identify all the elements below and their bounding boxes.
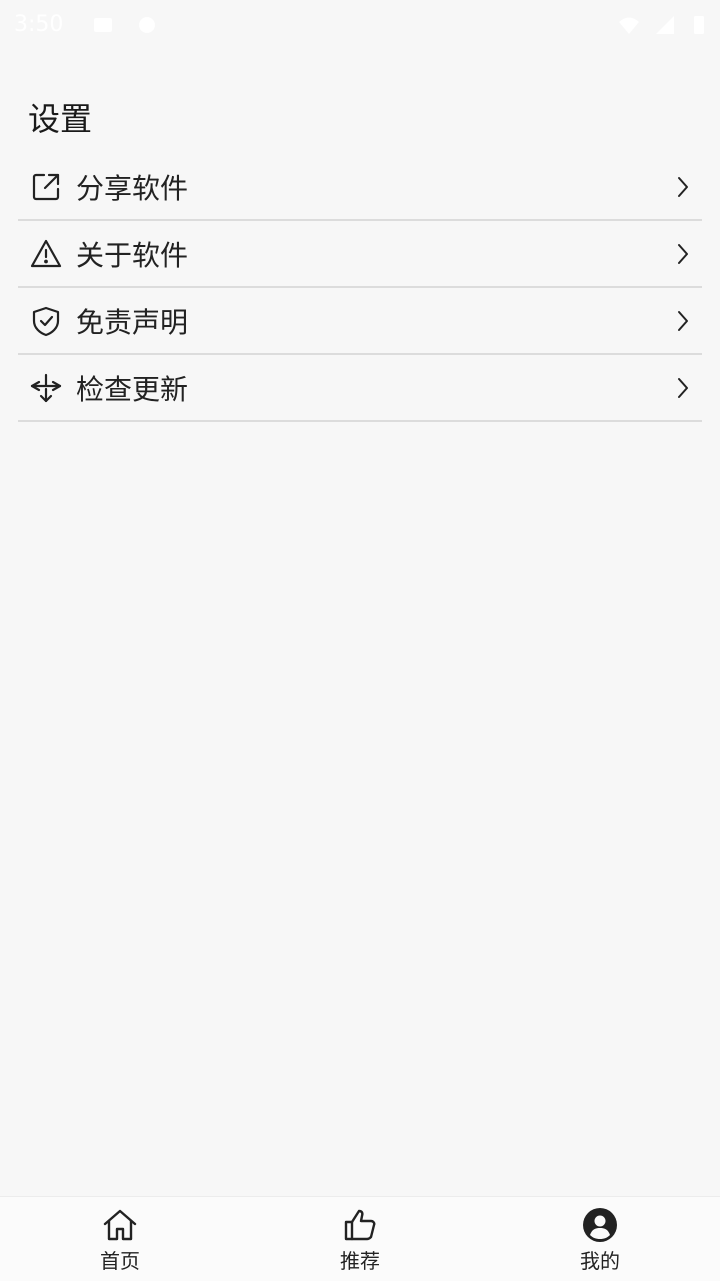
thumbs-up-icon — [344, 1209, 376, 1241]
notification-icon — [94, 18, 112, 32]
menu-item-label: 免责声明 — [76, 305, 189, 339]
battery-icon — [694, 16, 704, 34]
tab-home[interactable]: 首页 — [0, 1197, 240, 1281]
settings-menu: 分享软件 关于软件 免责声明 检查更新 — [18, 154, 702, 422]
warning-icon — [30, 238, 62, 270]
menu-item-check-update[interactable]: 检查更新 — [18, 355, 702, 422]
chevron-right-icon — [678, 310, 688, 331]
menu-item-about[interactable]: 关于软件 — [18, 221, 702, 288]
menu-item-disclaimer[interactable]: 免责声明 — [18, 288, 702, 355]
menu-item-label: 关于软件 — [76, 238, 189, 272]
status-bar: 3:50 — [0, 0, 720, 50]
notification-icon — [139, 17, 155, 33]
menu-item-label: 分享软件 — [76, 171, 189, 205]
tab-recommend[interactable]: 推荐 — [240, 1197, 480, 1281]
user-circle-icon — [583, 1208, 617, 1242]
tab-label: 我的 — [580, 1249, 620, 1273]
tab-mine[interactable]: 我的 — [480, 1197, 720, 1281]
chevron-right-icon — [678, 377, 688, 398]
home-icon — [103, 1209, 137, 1241]
tab-label: 首页 — [100, 1249, 140, 1273]
chevron-right-icon — [678, 243, 688, 264]
status-time: 3:50 — [14, 12, 64, 37]
wifi-icon — [619, 17, 639, 34]
share-icon — [30, 171, 62, 203]
tab-label: 推荐 — [340, 1249, 380, 1273]
menu-item-label: 检查更新 — [76, 372, 189, 406]
shield-check-icon — [30, 305, 62, 337]
page-title: 设置 — [28, 100, 93, 138]
menu-item-share[interactable]: 分享软件 — [18, 154, 702, 221]
chevron-right-icon — [678, 176, 688, 197]
update-download-icon — [30, 372, 62, 404]
signal-icon — [656, 16, 674, 34]
bottom-nav: 首页 推荐 我的 — [0, 1196, 720, 1281]
